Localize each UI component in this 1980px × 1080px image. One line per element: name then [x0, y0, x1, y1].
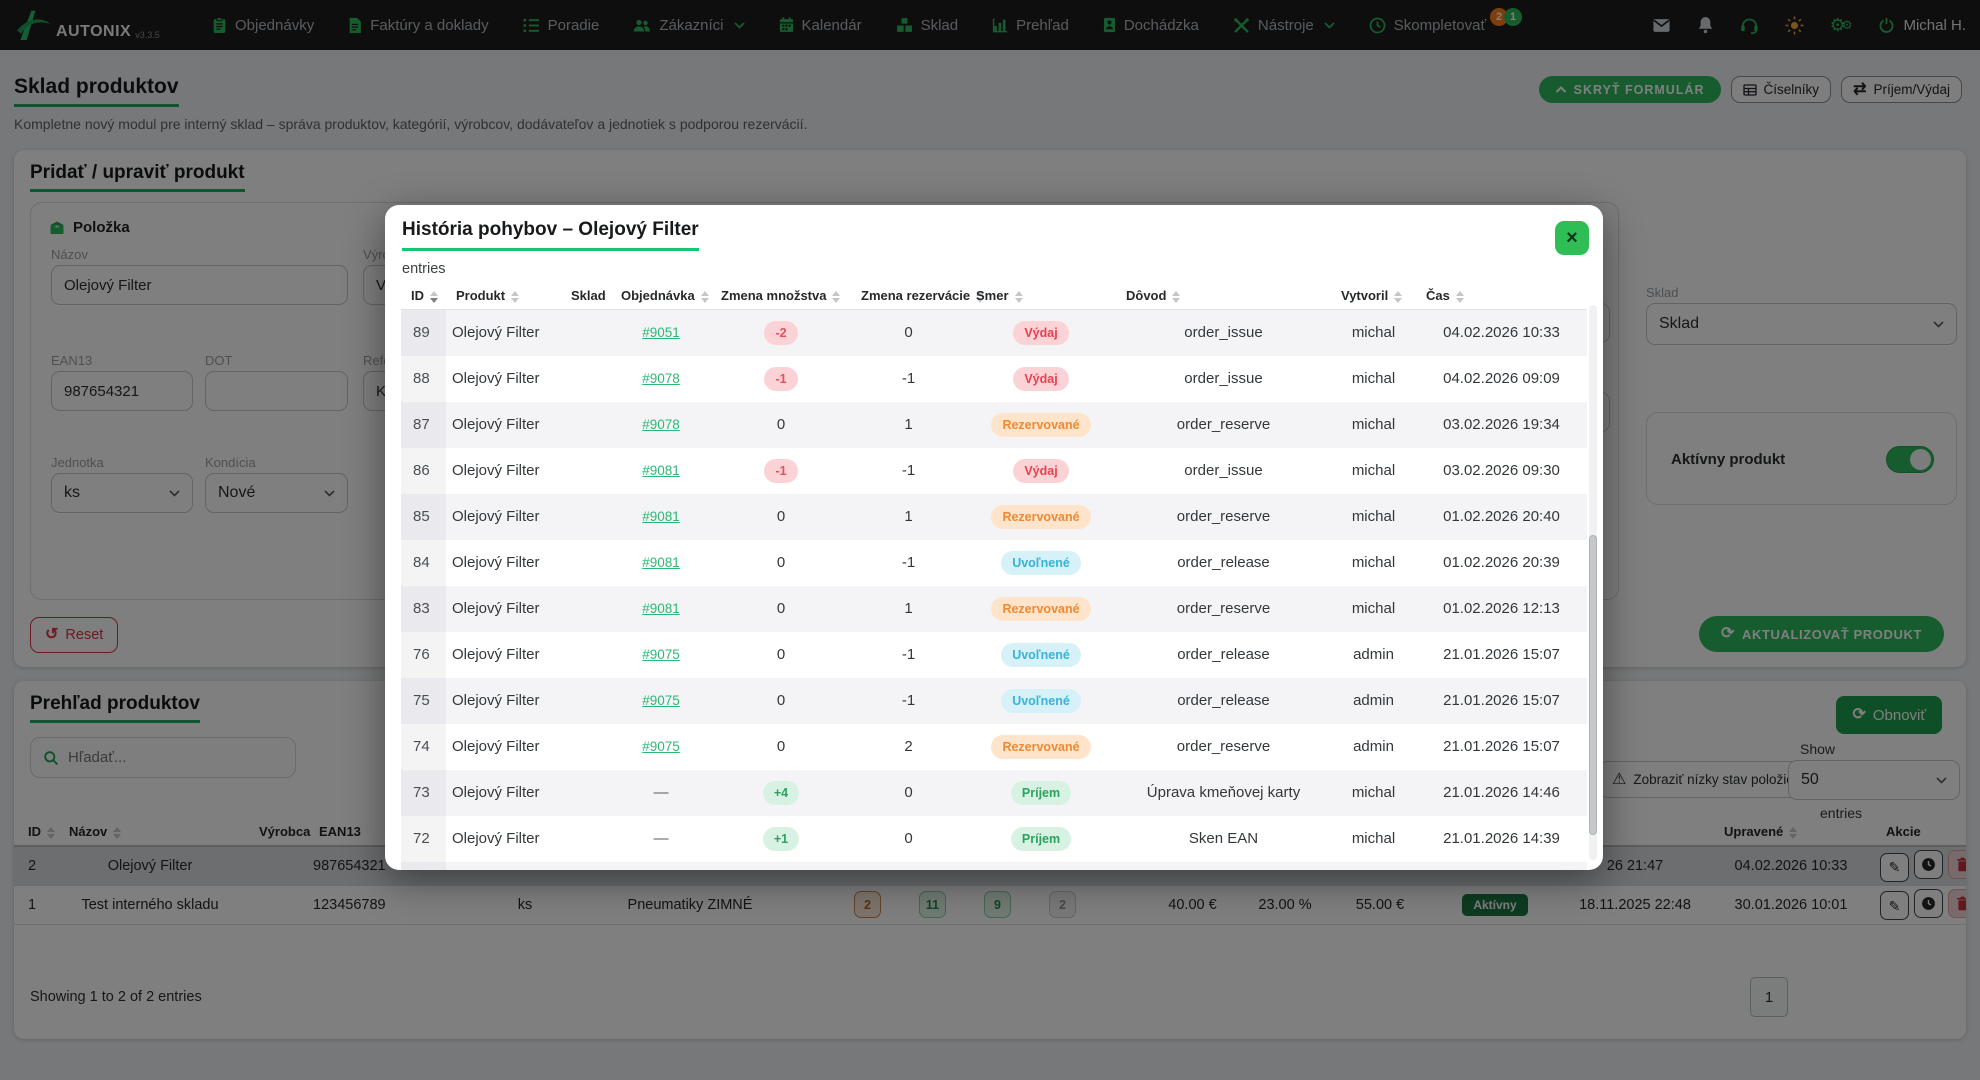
modal-scrollbar-thumb[interactable] [1589, 535, 1597, 835]
order-link[interactable]: #9051 [642, 325, 680, 340]
quantity-change-cell: 0 [711, 402, 851, 448]
movement-row: 76 Olejový Filter #9075 0 -1 Uvoľnené or… [401, 632, 1587, 678]
direction-badge: Rezervované [991, 597, 1090, 621]
quantity-change-cell: 0 [711, 494, 851, 540]
direction-badge: Rezervované [991, 505, 1090, 529]
movement-history-modal: História pohybov – Olejový Filter × entr… [385, 205, 1603, 870]
direction-badge: Uvoľnené [1001, 551, 1081, 575]
direction-badge: Rezervované [991, 413, 1090, 437]
modal-title: História pohybov – Olejový Filter [402, 219, 699, 251]
close-icon[interactable]: × [1555, 221, 1589, 255]
sort-arrows-icon [511, 291, 519, 303]
column-header-vytvoril[interactable]: Vytvoril [1331, 284, 1416, 310]
direction-badge: Výdaj [1013, 321, 1068, 345]
sort-arrows-icon [701, 291, 709, 303]
order-link[interactable]: #9078 [642, 371, 680, 386]
movement-row: 87 Olejový Filter #9078 0 1 Rezervované … [401, 402, 1587, 448]
movement-row: 89 Olejový Filter #9051 -2 0 Výdaj order… [401, 310, 1587, 356]
direction-badge: Uvoľnené [1001, 689, 1081, 713]
quantity-change-cell: 0 [711, 724, 851, 770]
direction-badge: Príjem [1011, 827, 1071, 851]
column-header-rezervacia[interactable]: Zmena rezervácie [851, 284, 966, 310]
movement-row: 85 Olejový Filter #9081 0 1 Rezervované … [401, 494, 1587, 540]
order-link[interactable]: #9081 [642, 555, 680, 570]
order-link[interactable]: #9081 [642, 509, 680, 524]
movement-row: 83 Olejový Filter #9081 0 1 Rezervované … [401, 586, 1587, 632]
column-header-produkt[interactable]: Produkt [446, 284, 561, 310]
quantity-change-cell: -2 [711, 310, 851, 356]
movement-row: 71 Olejový Filter — +1 0 Príjem Sken EAN… [401, 862, 1587, 871]
order-link[interactable]: #9081 [642, 601, 680, 616]
movement-row: 75 Olejový Filter #9075 0 -1 Uvoľnené or… [401, 678, 1587, 724]
sort-arrows-icon [1172, 291, 1180, 303]
quantity-change-cell: 0 [711, 632, 851, 678]
sort-arrows-icon [1394, 291, 1402, 303]
order-link[interactable]: #9075 [642, 739, 680, 754]
movement-row: 72 Olejový Filter — +1 0 Príjem Sken EAN… [401, 816, 1587, 862]
column-header-cas[interactable]: Čas [1416, 284, 1587, 310]
table-header-row: IDProduktSkladObjednávkaZmena množstvaZm… [401, 284, 1587, 310]
sort-arrows-icon [1456, 291, 1464, 303]
order-link[interactable]: #9078 [642, 417, 680, 432]
quantity-change-cell: -1 [711, 356, 851, 402]
movement-row: 73 Olejový Filter — +4 0 Príjem Úprava k… [401, 770, 1587, 816]
sort-arrows-icon [1015, 291, 1023, 303]
movement-row: 86 Olejový Filter #9081 -1 -1 Výdaj orde… [401, 448, 1587, 494]
column-header-id[interactable]: ID [401, 284, 446, 310]
quantity-change-cell: 0 [711, 586, 851, 632]
modal-entries-label: entries [402, 261, 446, 277]
direction-badge: Výdaj [1013, 367, 1068, 391]
direction-badge: Príjem [1011, 781, 1071, 805]
sort-arrows-icon [832, 291, 840, 303]
order-link[interactable]: #9081 [642, 463, 680, 478]
quantity-change-cell: 0 [711, 540, 851, 586]
column-header-zmena[interactable]: Zmena množstva [711, 284, 851, 310]
quantity-change-cell: -1 [711, 448, 851, 494]
column-header-sklad: Sklad [561, 284, 611, 310]
quantity-change-cell: 0 [711, 678, 851, 724]
column-header-dovod[interactable]: Dôvod [1116, 284, 1331, 310]
movement-row: 88 Olejový Filter #9078 -1 -1 Výdaj orde… [401, 356, 1587, 402]
quantity-change-cell: +1 [711, 816, 851, 862]
movement-row: 84 Olejový Filter #9081 0 -1 Uvoľnené or… [401, 540, 1587, 586]
quantity-change-cell: +4 [711, 770, 851, 816]
order-link[interactable]: #9075 [642, 693, 680, 708]
column-header-objednavka[interactable]: Objednávka [611, 284, 711, 310]
sort-arrows-icon [430, 291, 438, 303]
direction-badge: Výdaj [1013, 459, 1068, 483]
column-header-smer[interactable]: Smer [966, 284, 1116, 310]
movements-table: IDProduktSkladObjednávkaZmena množstvaZm… [401, 284, 1587, 870]
quantity-change-cell: +1 [711, 862, 851, 871]
order-link[interactable]: #9075 [642, 647, 680, 662]
direction-badge: Rezervované [991, 735, 1090, 759]
movement-row: 74 Olejový Filter #9075 0 2 Rezervované … [401, 724, 1587, 770]
direction-badge: Uvoľnené [1001, 643, 1081, 667]
